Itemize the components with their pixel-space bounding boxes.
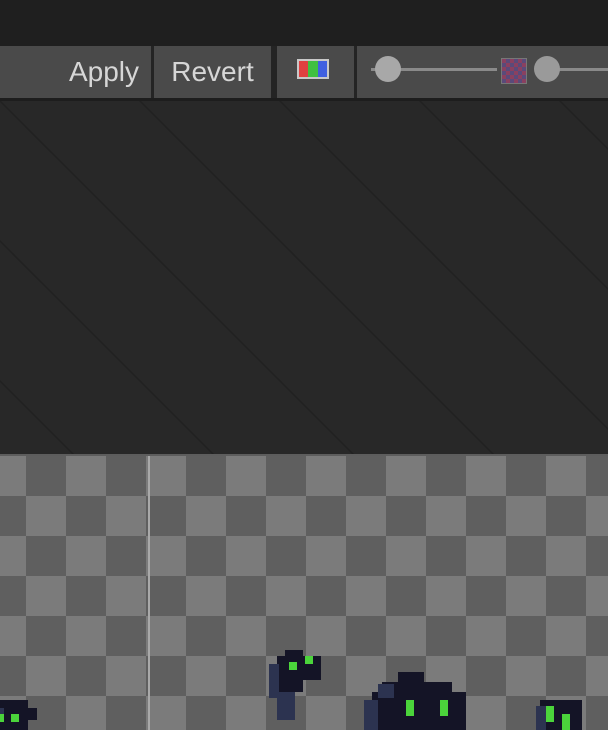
window-title-bar bbox=[0, 0, 608, 46]
rgb-channels-icon bbox=[297, 59, 329, 79]
slime-sprite bbox=[0, 700, 37, 730]
mip-slider-thumb[interactable] bbox=[534, 56, 560, 82]
import-settings-toolbar: Apply Revert bbox=[0, 46, 608, 101]
mip-level-icon bbox=[501, 58, 527, 84]
color-channels-button[interactable] bbox=[277, 46, 354, 98]
inspector-empty-area bbox=[0, 101, 608, 454]
exposure-slider-thumb[interactable] bbox=[375, 56, 401, 82]
revert-button[interactable]: Revert bbox=[154, 46, 271, 98]
slime-sprite bbox=[536, 700, 582, 730]
sprite-preview-area bbox=[0, 454, 608, 730]
slime-sprite bbox=[364, 672, 466, 730]
sprite-slice-line bbox=[148, 456, 150, 730]
slime-sprite bbox=[269, 650, 321, 720]
preview-controls bbox=[357, 46, 608, 98]
apply-button[interactable]: Apply bbox=[0, 46, 151, 98]
